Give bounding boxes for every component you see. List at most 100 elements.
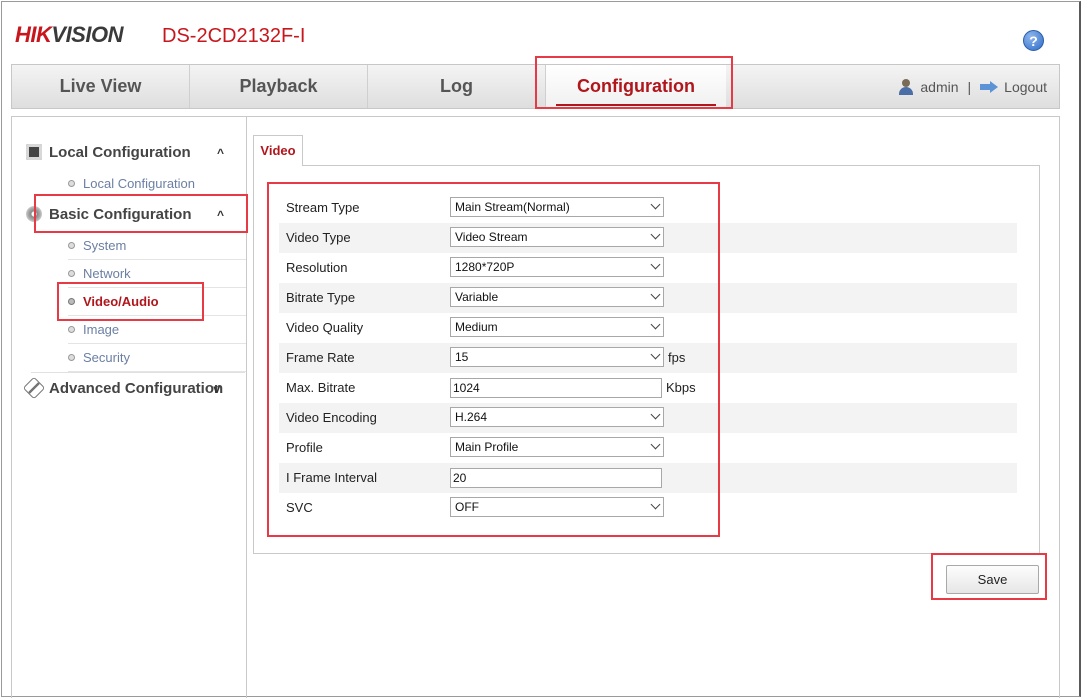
video-type-select[interactable]: Video Stream [450,227,664,247]
chevron-down-icon [650,409,661,420]
sidebar-section-local-configuration[interactable]: Local Configuration ^ [26,140,234,166]
field-label: Video Quality [286,320,364,335]
field-label: SVC [286,500,313,515]
tab-playback[interactable]: Playback [190,65,368,108]
i-frame-interval-input[interactable]: 20 [450,468,662,488]
sidebar-section-advanced-configuration[interactable]: Advanced Configuration v [22,376,234,402]
max-bitrate-input[interactable]: 1024 [450,378,662,398]
chevron-down-icon [650,229,661,240]
select-value: H.264 [455,410,488,424]
sidebar-item-label: Image [83,322,120,337]
select-value: Video Stream [455,230,528,244]
video-quality-select[interactable]: Medium [450,317,664,337]
section-label: Local Configuration [49,144,191,161]
field-row: I Frame Interval 20 [279,463,1017,493]
user-name: admin [920,78,959,95]
logout-icon[interactable] [980,81,999,94]
select-value: 1280*720P [455,260,515,274]
tab-video[interactable]: Video [253,135,303,166]
bullet-icon [68,242,75,250]
field-label: Profile [286,440,323,455]
sidebar-item-label: Local Configuration [83,176,196,191]
frame-rate-select[interactable]: 15 [450,347,664,367]
device-model: DS-2CD2132F-I [162,25,306,47]
collapse-caret-icon[interactable]: ^ [217,140,224,166]
bullet-icon [68,180,75,188]
field-row: Max. Bitrate 1024 Kbps [279,373,1017,403]
tab-configuration[interactable]: Configuration [546,65,726,108]
sidebar-item-image[interactable]: Image [68,316,246,344]
bullet-icon [68,270,75,278]
field-row: Bitrate Type Variable [279,283,1017,313]
svc-select[interactable]: OFF [450,497,664,517]
sidebar-item-system[interactable]: System [68,232,246,260]
sidebar-item-label: System [83,238,127,253]
field-label: Video Encoding [286,410,377,425]
unit-label: fps [668,350,686,365]
field-label: Resolution [286,260,348,275]
select-value: 15 [455,350,469,364]
tab-log[interactable]: Log [368,65,546,108]
sidebar-item-label: Security [83,350,130,365]
chevron-down-icon [650,349,661,360]
field-label: I Frame Interval [286,470,378,485]
select-value: Variable [455,290,499,304]
profile-select[interactable]: Main Profile [450,437,664,457]
section-label: Basic Configuration [49,206,192,223]
sidebar-section-basic-configuration[interactable]: Basic Configuration ^ [26,202,234,228]
select-value: OFF [455,500,479,514]
sidebar-item-video-audio[interactable]: Video/Audio [68,288,246,316]
sidebar-divider [31,372,245,373]
chevron-down-icon [650,439,661,450]
select-value: Main Profile [455,440,519,454]
section-label: Advanced Configuration [49,380,224,397]
select-value: Main Stream(Normal) [455,200,570,214]
chevron-down-icon [650,319,661,330]
sidebar-item-label: Network [83,266,131,281]
gear-icon [26,206,42,223]
bullet-icon [68,326,75,334]
field-label: Max. Bitrate [286,380,356,395]
field-row: Video Encoding H.264 [279,403,1017,433]
field-row: Resolution 1280*720P [279,253,1017,283]
chevron-down-icon [650,259,661,270]
bitrate-type-select[interactable]: Variable [450,287,664,307]
tab-live-view[interactable]: Live View [12,65,190,108]
chevron-down-icon [650,289,661,300]
field-label: Stream Type [286,200,360,215]
sidebar-item-security[interactable]: Security [68,344,246,372]
bullet-icon [68,298,75,306]
user-icon [898,79,914,96]
collapse-caret-icon[interactable]: ^ [217,202,224,228]
logout-link[interactable]: Logout [1004,79,1047,95]
sidebar-item-local-configuration[interactable]: Local Configuration [68,170,246,198]
field-row: Video Type Video Stream [279,223,1017,253]
user-area: admin | Logout [898,65,1047,108]
field-row: SVC OFF [279,493,1017,523]
hikvision-logo: HIKVISION [15,22,123,47]
bullet-icon [68,354,75,362]
sidebar-item-label: Video/Audio [83,294,159,309]
chevron-down-icon [650,199,661,210]
field-label: Frame Rate [286,350,355,365]
field-label: Video Type [286,230,351,245]
nav-separator: | [967,78,972,95]
save-button[interactable]: Save [946,565,1039,594]
field-row: Video Quality Medium [279,313,1017,343]
help-icon[interactable]: ? [1023,30,1044,51]
field-row: Stream Type Main Stream(Normal) [279,193,1017,223]
chevron-down-icon [650,499,661,510]
video-encoding-select[interactable]: H.264 [450,407,664,427]
field-label: Bitrate Type [286,290,356,305]
field-row: Frame Rate 15 fps [279,343,1017,373]
sidebar-item-network[interactable]: Network [68,260,246,288]
stream-type-select[interactable]: Main Stream(Normal) [450,197,664,217]
resolution-select[interactable]: 1280*720P [450,257,664,277]
wrench-icon [22,376,46,400]
browser-frame: HIKVISION DS-2CD2132F-I ? Live View Play… [1,1,1081,698]
field-row: Profile Main Profile [279,433,1017,463]
select-value: Medium [455,320,498,334]
main-nav: Live View Playback Log Configuration adm… [11,64,1060,109]
expand-caret-icon[interactable]: v [213,376,220,402]
monitor-icon [26,144,42,161]
